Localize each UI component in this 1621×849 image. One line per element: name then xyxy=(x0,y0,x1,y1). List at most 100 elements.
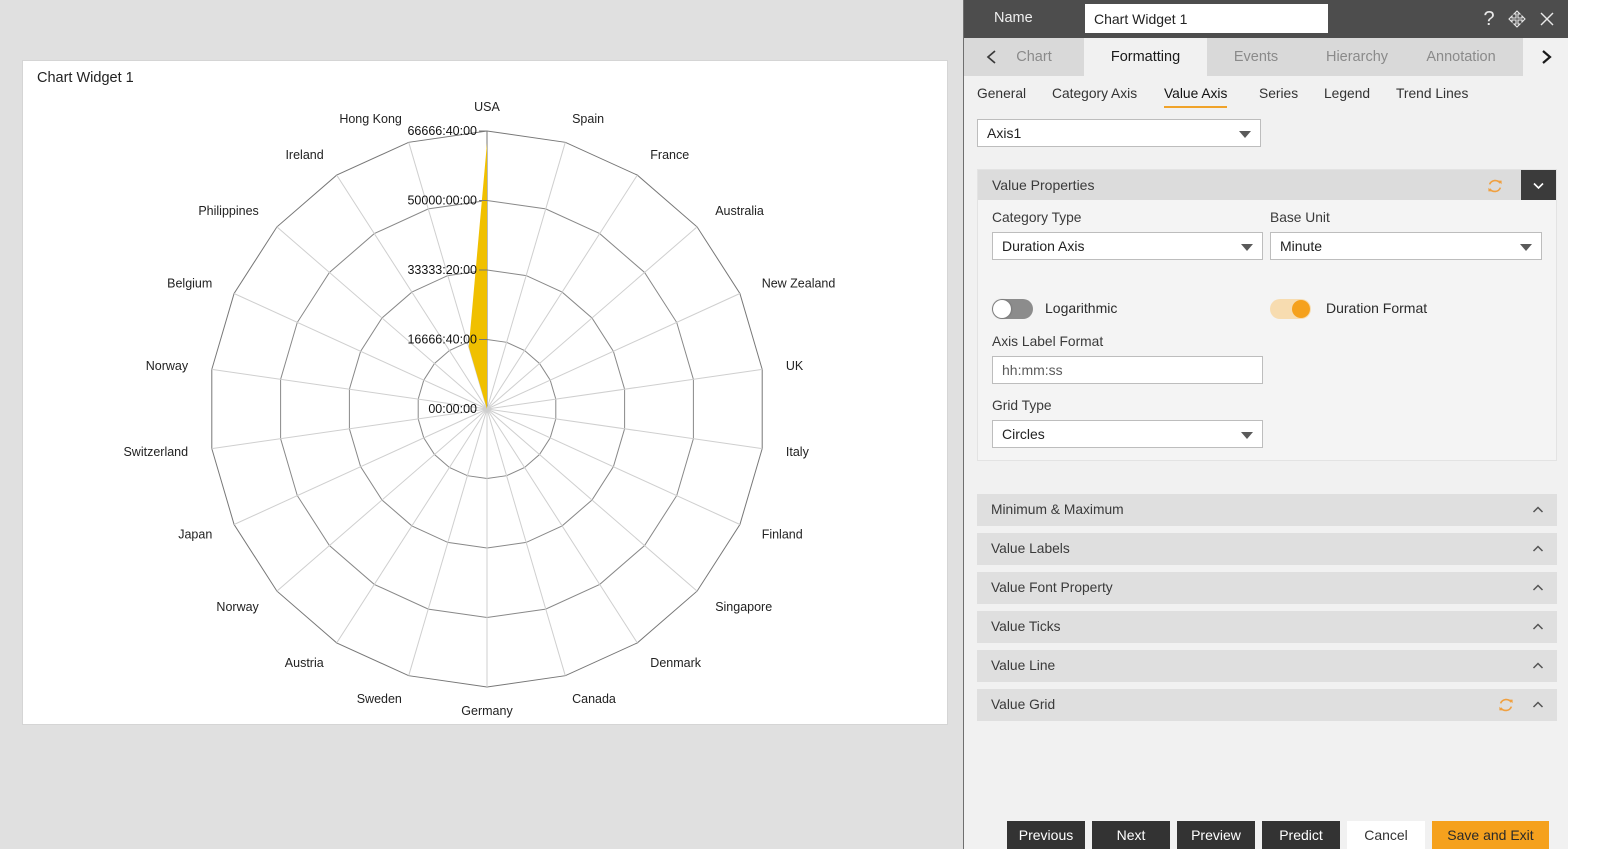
tab-annotation[interactable]: Annotation xyxy=(1409,38,1513,76)
axis-select[interactable]: Axis1 xyxy=(977,119,1261,147)
category-type-select[interactable]: Duration Axis xyxy=(992,232,1263,260)
value-properties-collapse-button[interactable] xyxy=(1521,170,1556,200)
chevron-down-icon xyxy=(1241,432,1253,439)
axis-label-format-label: Axis Label Format xyxy=(992,334,1104,349)
subtab-category-axis[interactable]: Category Axis xyxy=(1052,76,1137,114)
section-title: Value Ticks xyxy=(991,619,1061,634)
refresh-icon[interactable] xyxy=(1497,696,1515,714)
chart-widget[interactable]: Chart Widget 1 USA Spain France Australia Ne… xyxy=(22,60,948,725)
chevron-up-icon[interactable] xyxy=(1531,659,1545,673)
radar-value-axis-labels: 00:00:00 16666:40:00 33333:20:00 50000:00:0… xyxy=(407,124,487,416)
category-label: Australia xyxy=(715,204,764,218)
section-value-font-property[interactable]: Value Font Property xyxy=(977,572,1557,604)
subtab-label: General xyxy=(977,86,1027,101)
chevron-up-icon[interactable] xyxy=(1531,698,1545,712)
chevron-up-icon[interactable] xyxy=(1531,542,1545,556)
subtab-legend[interactable]: Legend xyxy=(1324,76,1370,114)
grid-spoke xyxy=(408,408,488,676)
logarithmic-toggle[interactable] xyxy=(992,299,1033,319)
tab-formatting[interactable]: Formatting xyxy=(1084,38,1207,76)
category-label: Belgium xyxy=(167,277,212,291)
preview-button[interactable]: Preview xyxy=(1177,821,1255,849)
subtab-label: Category Axis xyxy=(1052,86,1138,101)
section-title: Value Grid xyxy=(991,697,1056,712)
section-value-labels[interactable]: Value Labels xyxy=(977,533,1557,565)
category-label: France xyxy=(650,148,689,162)
radar-chart[interactable]: USA Spain France Australia New Zealand UK Ital… xyxy=(23,61,947,724)
tab-scroll-right-button[interactable] xyxy=(1523,38,1568,76)
category-label: Finland xyxy=(762,528,803,542)
category-label: Philippines xyxy=(198,204,258,218)
grid-spoke xyxy=(486,226,698,410)
value-properties-body: Category Type Duration Axis Base Unit Mi… xyxy=(978,200,1556,460)
section-value-line[interactable]: Value Line xyxy=(977,650,1557,682)
help-icon[interactable]: ? xyxy=(1478,8,1500,30)
widget-name-input[interactable] xyxy=(1085,4,1328,33)
category-label: Denmark xyxy=(650,656,701,670)
grid-spoke xyxy=(276,408,488,592)
duration-format-toggle[interactable] xyxy=(1270,299,1311,319)
subtab-general[interactable]: General xyxy=(977,76,1026,114)
base-unit-select[interactable]: Minute xyxy=(1270,232,1542,260)
button-label: Previous xyxy=(1018,827,1074,843)
section-minimum-maximum[interactable]: Minimum & Maximum xyxy=(977,494,1557,526)
category-label: Austria xyxy=(285,656,324,670)
toggle-knob xyxy=(993,300,1011,318)
main-tabbar: Chart Formatting Events Hierarchy Annotation xyxy=(964,38,1568,76)
category-label: Germany xyxy=(461,704,513,718)
section-title: Minimum & Maximum xyxy=(991,502,1124,517)
subtab-trend-lines[interactable]: Trend Lines xyxy=(1396,76,1468,114)
axis-label-format-input[interactable]: hh:mm:ss xyxy=(992,356,1263,384)
grid-type-label: Grid Type xyxy=(992,398,1052,413)
section-value-ticks[interactable]: Value Ticks xyxy=(977,611,1557,643)
duration-format-label: Duration Format xyxy=(1326,300,1428,316)
subtab-series[interactable]: Series xyxy=(1259,76,1298,114)
properties-panel: Name ? Chart Formatting Events Hierarchy Ann… xyxy=(963,0,1568,849)
refresh-icon[interactable] xyxy=(1486,177,1504,195)
base-unit-value: Minute xyxy=(1280,238,1323,254)
active-underline xyxy=(1164,106,1228,108)
button-label: Preview xyxy=(1191,827,1241,843)
next-button[interactable]: Next xyxy=(1092,821,1170,849)
category-label: USA xyxy=(474,100,500,114)
tab-label: Chart xyxy=(1016,49,1052,65)
grid-type-select[interactable]: Circles xyxy=(992,420,1263,448)
button-label: Save and Exit xyxy=(1447,827,1534,843)
value-axis-tick-label: 50000:00:00 xyxy=(407,194,477,208)
grid-type-value: Circles xyxy=(1002,426,1045,442)
chevron-up-icon[interactable] xyxy=(1531,581,1545,595)
close-icon[interactable] xyxy=(1536,8,1558,30)
chevron-up-icon[interactable] xyxy=(1531,503,1545,517)
section-title: Value Labels xyxy=(991,541,1070,556)
category-label: New Zealand xyxy=(762,277,836,291)
chevron-down-icon xyxy=(1533,182,1544,189)
grid-spoke xyxy=(486,408,566,676)
value-axis-tick-label: 16666:40:00 xyxy=(407,333,477,347)
category-label: Norway xyxy=(216,600,259,614)
category-label: Spain xyxy=(572,112,604,126)
formatting-subtabs: General Category Axis Value Axis Series Lege… xyxy=(964,76,1568,114)
predict-button[interactable]: Predict xyxy=(1262,821,1340,849)
tab-label: Formatting xyxy=(1110,49,1181,65)
grid-spoke xyxy=(486,174,638,410)
previous-button[interactable]: Previous xyxy=(1007,821,1085,849)
tab-chart[interactable]: Chart xyxy=(984,38,1084,76)
axis-select-value: Axis1 xyxy=(987,125,1022,141)
cancel-button[interactable]: Cancel xyxy=(1347,821,1425,849)
value-axis-tick-label: 66666:40:00 xyxy=(407,124,477,138)
chevron-up-icon[interactable] xyxy=(1531,620,1545,634)
tab-label: Events xyxy=(1233,49,1279,65)
subtab-label: Trend Lines xyxy=(1396,86,1469,101)
subtab-value-axis[interactable]: Value Axis xyxy=(1164,76,1228,114)
value-properties-panel: Value Properties Category Type Duration … xyxy=(977,169,1557,461)
value-axis-tick-label: 33333:20:00 xyxy=(407,263,477,277)
tab-events[interactable]: Events xyxy=(1207,38,1305,76)
tab-hierarchy[interactable]: Hierarchy xyxy=(1305,38,1409,76)
name-label: Name xyxy=(994,10,1033,26)
chevron-down-icon xyxy=(1239,131,1251,138)
section-value-grid[interactable]: Value Grid xyxy=(977,689,1557,721)
value-properties-header[interactable]: Value Properties xyxy=(978,170,1556,200)
logarithmic-label: Logarithmic xyxy=(1045,300,1118,316)
move-icon[interactable] xyxy=(1506,8,1528,30)
save-and-exit-button[interactable]: Save and Exit xyxy=(1432,821,1549,849)
